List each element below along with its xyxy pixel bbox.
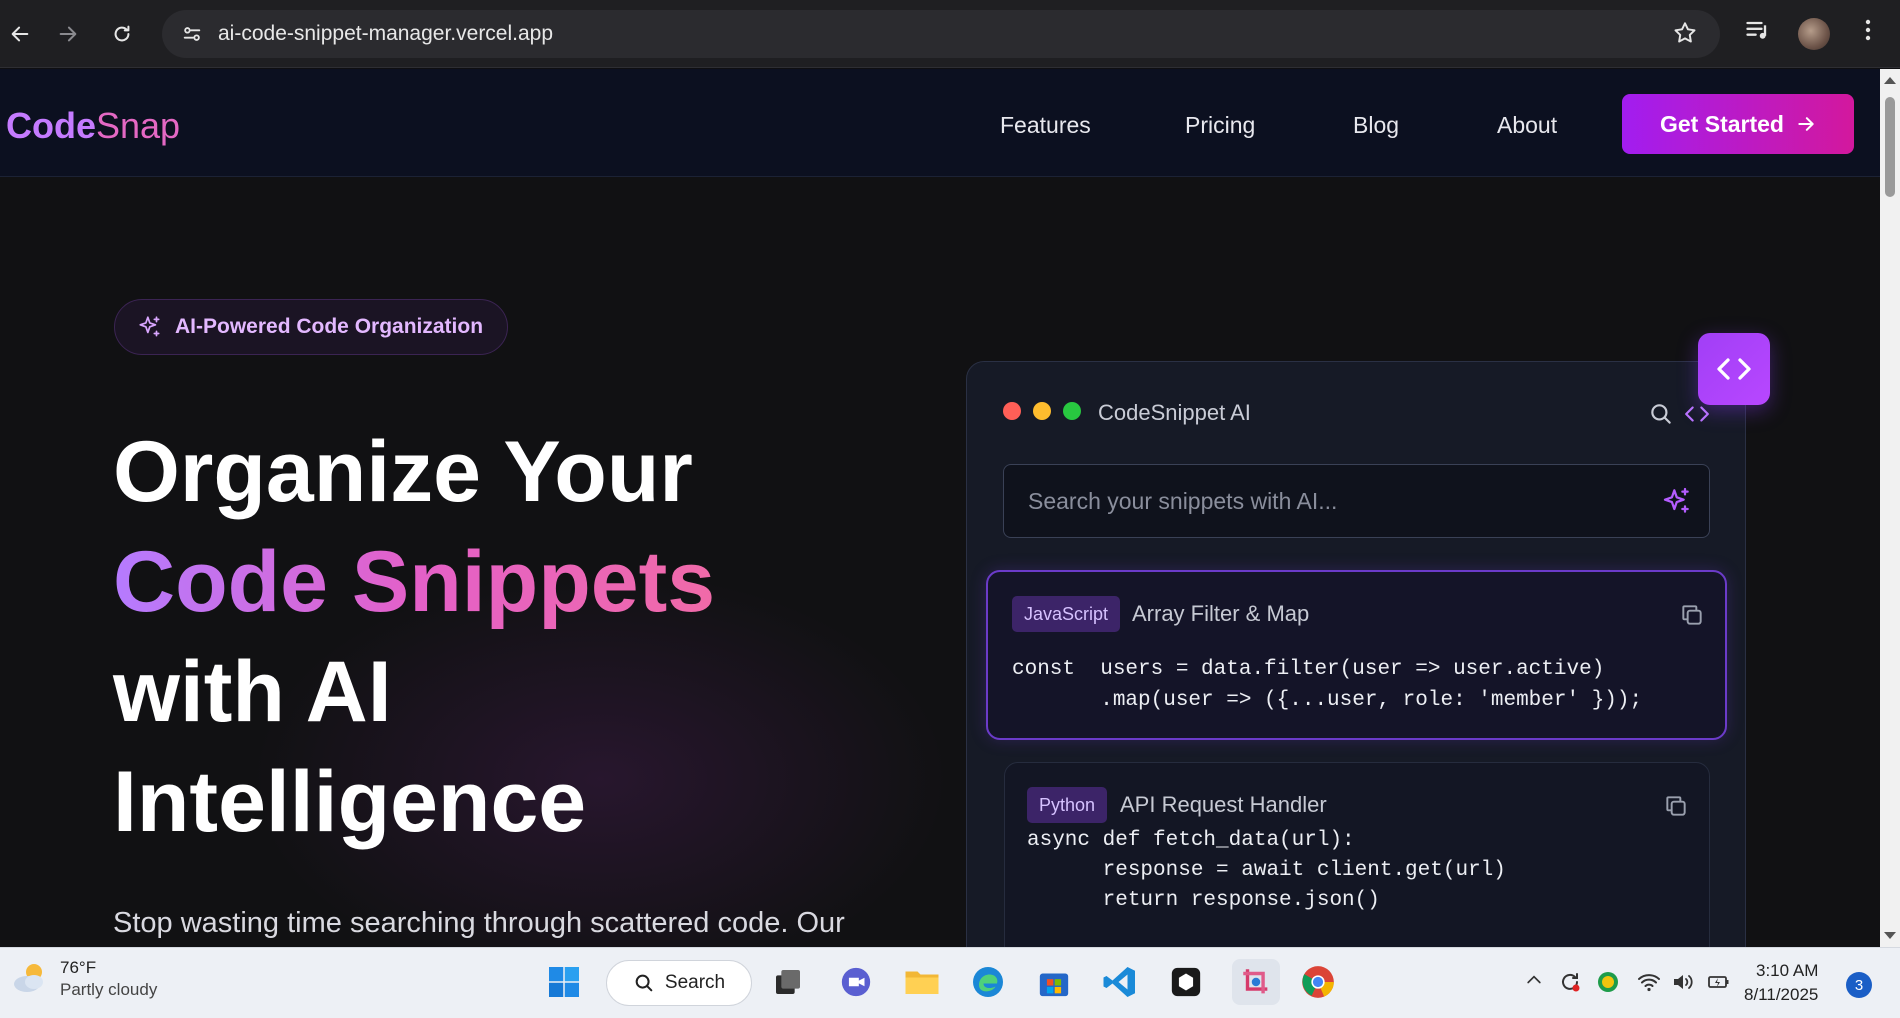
microsoft-store-icon[interactable] (1034, 962, 1074, 1002)
code-floating-button[interactable] (1698, 333, 1770, 405)
meet-app-icon[interactable] (836, 962, 876, 1002)
scroll-up-arrow[interactable] (1884, 77, 1896, 84)
snippet-title: API Request Handler (1120, 792, 1327, 817)
notification-badge[interactable]: 3 (1846, 972, 1872, 998)
battery-charging-icon[interactable] (1706, 970, 1732, 999)
language-tag: JavaScript (1012, 596, 1121, 632)
windows-taskbar: 76°F Partly cloudy Search 3:10 AM 8/11/2… (0, 947, 1900, 1018)
search-icon[interactable] (1648, 401, 1674, 432)
hero-title-line3: with AI (113, 644, 392, 740)
page-scrollbar[interactable] (1880, 69, 1900, 947)
back-icon[interactable] (0, 14, 40, 54)
snippet-card[interactable]: Python API Request Handler async def fet… (1004, 762, 1710, 947)
more-menu-icon[interactable] (1856, 16, 1880, 49)
snippet-title: Array Filter & Map (1132, 601, 1310, 626)
app-tray-icon[interactable] (1596, 970, 1620, 999)
page-viewport: CodeSnap Features Pricing Blog About Get… (0, 69, 1880, 947)
language-tag: Python (1027, 787, 1108, 823)
hero-title-line4: Intelligence (113, 754, 587, 850)
logo-text-snap: Snap (96, 105, 181, 146)
media-control-icon[interactable] (1744, 16, 1772, 49)
copy-icon[interactable] (1663, 793, 1689, 824)
taskbar-search-label: Search (664, 972, 726, 993)
hero-title-highlight: Code Snippets (113, 534, 716, 630)
taskbar-search[interactable]: Search (606, 960, 752, 1006)
system-clock[interactable]: 3:10 AM 8/11/2025 (1744, 959, 1818, 1007)
site-settings-icon[interactable] (172, 23, 212, 45)
address-bar[interactable]: ai-code-snippet-manager.vercel.app (162, 10, 1720, 58)
ai-badge: AI-Powered Code Organization (114, 299, 509, 355)
reload-icon[interactable] (102, 14, 142, 54)
search-icon (635, 974, 653, 992)
ai-sparkle-icon[interactable] (1661, 485, 1693, 522)
snippet-card[interactable]: JavaScript Array Filter & Map const user… (986, 570, 1727, 740)
partly-cloudy-icon (14, 964, 43, 992)
temperature: 76°F (60, 958, 97, 977)
profile-avatar[interactable] (1798, 18, 1830, 50)
code-block: async def fetch_data(url): response = aw… (1027, 829, 1506, 912)
file-explorer-icon[interactable] (902, 962, 942, 1002)
browser-toolbar: ai-code-snippet-manager.vercel.app (0, 0, 1900, 68)
get-started-button[interactable]: Get Started (1622, 94, 1854, 154)
window-dot-yellow (1033, 402, 1051, 420)
clock-time: 3:10 AM (1756, 961, 1819, 980)
window-dot-green (1063, 402, 1081, 420)
clock-date: 8/11/2025 (1744, 985, 1819, 1004)
scrollbar-thumb[interactable] (1885, 97, 1895, 197)
edge-browser-icon[interactable] (968, 962, 1008, 1002)
window-dot-red (1003, 402, 1021, 420)
hero-subtitle: Stop wasting time searching through scat… (113, 907, 845, 939)
get-started-label: Get Started (1660, 110, 1784, 137)
tray-overflow-chevron-icon[interactable] (1524, 970, 1544, 995)
task-view-icon[interactable] (768, 962, 808, 1002)
panel-title: CodeSnippet AI (1098, 400, 1251, 425)
site-logo[interactable]: CodeSnap (6, 105, 180, 147)
snippet-search-input[interactable] (1028, 483, 1628, 519)
hero-title: Organize Your Code Snippets with AI Inte… (113, 417, 715, 857)
forward-icon[interactable] (48, 14, 88, 54)
weather-description: Partly cloudy (60, 980, 158, 999)
windows-start-icon[interactable] (544, 962, 584, 1002)
hero-title-line1: Organize Your (113, 424, 693, 520)
snippet-search-box[interactable] (1003, 464, 1710, 538)
nav-link-about[interactable]: About (1497, 112, 1557, 139)
chrome-icon[interactable] (1298, 962, 1338, 1002)
sync-status-icon[interactable] (1558, 970, 1582, 999)
code-brackets-icon (1717, 358, 1751, 380)
sparkles-icon (139, 316, 160, 337)
volume-icon[interactable] (1670, 970, 1696, 999)
badge-label: AI-Powered Code Organization (175, 315, 484, 338)
bookmark-star-icon[interactable] (1672, 20, 1698, 51)
wifi-icon[interactable] (1636, 970, 1662, 999)
nav-link-blog[interactable]: Blog (1353, 112, 1399, 139)
nav-link-pricing[interactable]: Pricing (1185, 112, 1255, 139)
arrow-right-icon (1798, 117, 1814, 131)
vscode-icon[interactable] (1100, 962, 1140, 1002)
copy-icon[interactable] (1679, 602, 1705, 633)
scroll-down-arrow[interactable] (1884, 932, 1896, 939)
weather-widget[interactable]: 76°F Partly cloudy (10, 958, 157, 1000)
terminal-app-icon[interactable] (1166, 962, 1206, 1002)
url-text[interactable]: ai-code-snippet-manager.vercel.app (218, 22, 553, 46)
logo-text-code: Code (6, 105, 96, 146)
snipping-tool-icon[interactable] (1232, 959, 1280, 1005)
code-icon[interactable] (1683, 401, 1711, 432)
site-header: CodeSnap Features Pricing Blog About Get… (0, 69, 1880, 177)
code-block: const users = data.filter(user => user.a… (1012, 658, 1643, 712)
nav-link-features[interactable]: Features (1000, 112, 1091, 139)
